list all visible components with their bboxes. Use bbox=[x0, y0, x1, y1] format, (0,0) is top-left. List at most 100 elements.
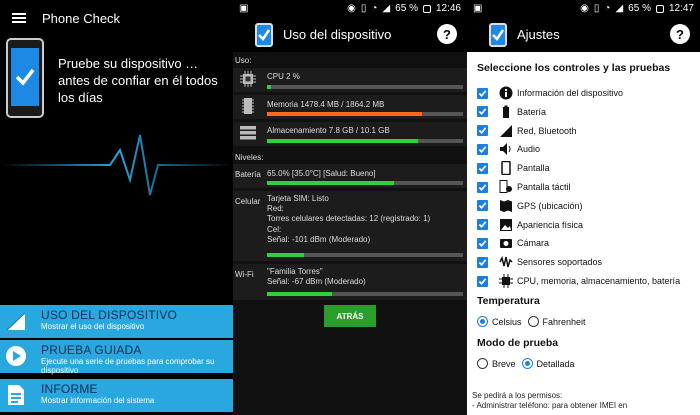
cell-signal-icon: ◢ bbox=[382, 3, 391, 14]
test-item: Red, Bluetooth bbox=[477, 122, 577, 140]
battery-text: 65.0% [35.0°C] [Salud: Bueno] bbox=[267, 169, 376, 178]
slogan: Pruebe su dispositivo … antes de confiar… bbox=[58, 56, 218, 105]
storage-row: Almacenamiento 7.8 GB / 10.1 GB bbox=[233, 122, 467, 146]
test-item-label: Batería bbox=[517, 106, 547, 117]
menu-item-desc: Mostrar información del sistema bbox=[41, 396, 155, 405]
test-item: Cámara bbox=[477, 234, 549, 252]
detailed-label: Detallada bbox=[536, 358, 575, 369]
bar-fill bbox=[267, 112, 422, 116]
test-item: Información del dispositivo bbox=[477, 84, 623, 102]
map-icon bbox=[499, 199, 513, 213]
signal-icon bbox=[4, 309, 28, 333]
permissions-notice: Se pedirá a los permisos: - Administrar … bbox=[472, 391, 697, 411]
cell-signal-icon: ◢ bbox=[615, 3, 624, 14]
test-item-label: Información del dispositivo bbox=[517, 88, 624, 98]
memory-bar bbox=[267, 112, 463, 116]
test-checkbox[interactable] bbox=[477, 162, 488, 174]
menu-item-desc: Ejecute una serie de pruebas para compro… bbox=[41, 357, 215, 375]
test-checkbox[interactable] bbox=[477, 106, 488, 118]
test-checkbox[interactable] bbox=[477, 143, 488, 155]
network-name: Red: bbox=[267, 204, 284, 214]
battery-icon bbox=[422, 4, 431, 13]
test-item: Audio bbox=[477, 140, 540, 158]
info-icon bbox=[499, 86, 513, 100]
bar-fill bbox=[267, 85, 271, 89]
test-item-label: Pantalla táctil bbox=[517, 182, 571, 192]
temperature-options: Celsius Fahrenheit bbox=[477, 316, 586, 327]
page-title: Ajustes bbox=[517, 27, 560, 42]
test-item: GPS (ubicación) bbox=[477, 197, 583, 215]
back-button[interactable]: ATRÁS bbox=[324, 305, 376, 327]
test-checkbox[interactable] bbox=[477, 275, 488, 287]
test-checkbox[interactable] bbox=[477, 237, 488, 249]
storage-text: Almacenamiento 7.8 GB / 10.1 GB bbox=[267, 126, 390, 135]
battery-row: Batería 65.0% [35.0°C] [Salud: Bueno] bbox=[233, 164, 467, 188]
cell-signal: Señal: -101 dBm (Moderado) bbox=[267, 234, 371, 244]
wifi-row: Wi-Fi "Familia Torres" Señal: -67 dBm (M… bbox=[233, 264, 467, 300]
menu-icon[interactable] bbox=[12, 13, 26, 23]
test-checkbox[interactable] bbox=[477, 125, 488, 137]
screen-icon bbox=[499, 161, 513, 176]
cellular-label: Celular bbox=[235, 197, 261, 206]
touch-icon bbox=[499, 180, 513, 194]
battery-label: Batería bbox=[235, 170, 261, 179]
celsius-radio[interactable] bbox=[477, 316, 488, 327]
test-checkbox[interactable] bbox=[477, 87, 488, 99]
test-item-label: Pantalla bbox=[517, 163, 550, 174]
test-checkbox[interactable] bbox=[477, 219, 488, 231]
test-item: Pantalla táctil bbox=[477, 178, 571, 196]
gallery-icon: ▣ bbox=[473, 3, 483, 14]
cellular-row: Celular Tarjeta SIM: Listo Red: Torres c… bbox=[233, 191, 467, 261]
bar-fill bbox=[267, 292, 332, 296]
cpu-row: CPU 2 % bbox=[233, 68, 467, 92]
storage-icon bbox=[239, 125, 257, 141]
wifi-label: Wi-Fi bbox=[235, 270, 254, 279]
cellular-bar bbox=[267, 253, 463, 257]
wifi-icon: ◔ bbox=[371, 3, 378, 14]
fahrenheit-radio[interactable] bbox=[527, 316, 539, 327]
cellular-text: Tarjeta SIM: Listo Red: Torres celulares… bbox=[267, 194, 463, 245]
test-item: Apariencia física bbox=[477, 216, 583, 234]
wifi-icon: ◔ bbox=[604, 3, 611, 14]
gallery-icon: ▣ bbox=[239, 3, 249, 14]
help-icon[interactable]: ? bbox=[437, 24, 457, 44]
bar-fill bbox=[267, 181, 395, 185]
test-checkbox[interactable] bbox=[477, 181, 488, 193]
permission-phone: - Administrar teléfono: para obtener IME… bbox=[472, 401, 628, 410]
menu-item-title: PRUEBA GUIADA bbox=[41, 343, 142, 357]
battery-icon bbox=[499, 105, 513, 119]
test-checkbox[interactable] bbox=[477, 256, 488, 268]
permissions-intro: Se pedirá a los permisos: bbox=[472, 391, 563, 400]
menu-item-desc: Mostrar el uso del dispositivo bbox=[41, 322, 145, 331]
menu-item-report[interactable]: INFORME Mostrar información del sistema bbox=[0, 379, 233, 412]
storage-bar bbox=[267, 139, 463, 143]
test-mode-heading: Modo de prueba bbox=[477, 337, 559, 349]
cell-id: Cel: bbox=[267, 224, 282, 234]
app-logo-icon bbox=[489, 22, 507, 47]
menu-item-title: INFORME bbox=[41, 382, 98, 396]
help-icon[interactable]: ? bbox=[670, 24, 690, 44]
phone-check-logo-icon bbox=[6, 38, 44, 118]
tests-heading: Seleccione los controles y las pruebas bbox=[477, 62, 671, 74]
location-icon: ◉ bbox=[347, 3, 356, 14]
test-item: Pantalla bbox=[477, 159, 550, 177]
menu-item-guided-test[interactable]: PRUEBA GUIADA Ejecute una serie de prueb… bbox=[0, 340, 233, 375]
bar-fill bbox=[267, 139, 418, 143]
heartbeat-line bbox=[0, 134, 233, 196]
memory-icon bbox=[239, 98, 257, 114]
speaker-icon bbox=[499, 142, 513, 156]
report-icon bbox=[4, 383, 28, 407]
sim-status: Tarjeta SIM: Listo bbox=[267, 194, 329, 203]
brief-radio[interactable] bbox=[477, 358, 488, 369]
page-title: Uso del dispositivo bbox=[283, 27, 392, 42]
clock: 12:47 bbox=[668, 3, 694, 14]
test-item-label: Sensores soportados bbox=[517, 257, 603, 268]
test-item-label: Red, Bluetooth bbox=[517, 125, 577, 136]
test-item: Batería bbox=[477, 103, 546, 121]
app-title: Phone Check bbox=[42, 10, 121, 26]
detailed-radio[interactable] bbox=[521, 358, 533, 369]
menu-item-device-usage[interactable]: USO DEL DISPOSITIVO Mostrar el uso del d… bbox=[0, 305, 233, 338]
app-bar: Uso del dispositivo ? bbox=[233, 17, 467, 52]
test-checkbox[interactable] bbox=[477, 200, 488, 212]
cpu-text: CPU 2 % bbox=[267, 72, 300, 81]
